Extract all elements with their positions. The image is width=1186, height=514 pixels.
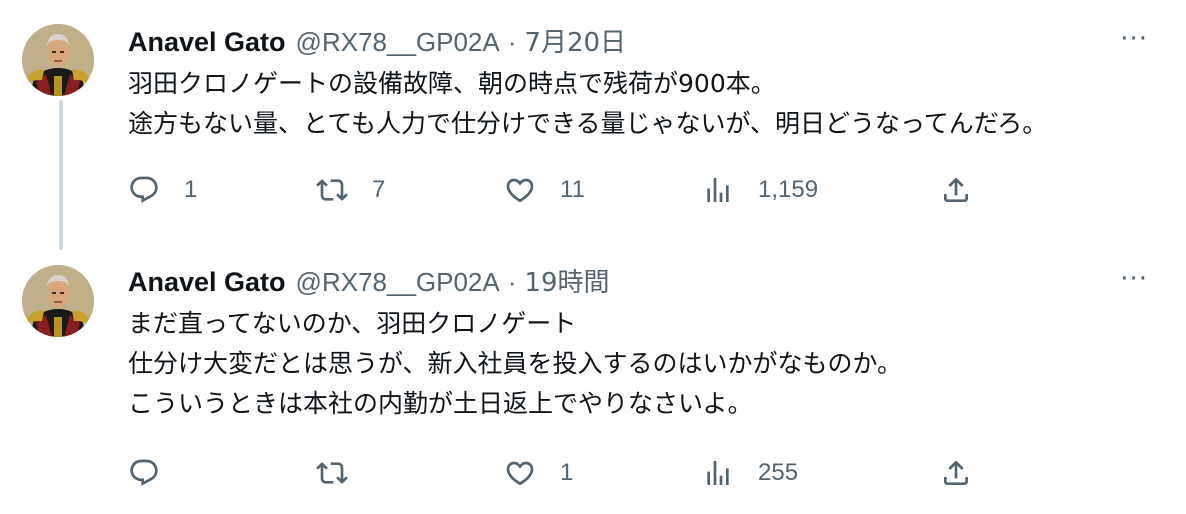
share-icon [944,460,968,485]
author-handle[interactable]: @RX78__GP02A [296,267,500,298]
retweet-count: 7 [372,176,386,203]
share-button[interactable] [940,170,972,210]
tweet-text-line: 仕分け大変だとは思うが、新入社員を投入するのはいかがなものか。 [128,349,903,378]
tweet-text-line: こういうときは本社の内勤が土日返上でやりなさいよ。 [128,389,753,418]
retweet-button[interactable]: 7 [316,170,385,210]
heart-icon [506,461,534,486]
like-count: 1 [560,459,574,486]
author-handle[interactable]: @RX78__GP02A [296,27,500,58]
tweet-text-line: 羽田クロノゲートの設備故障、朝の時点で残荷が900本。 [128,69,776,98]
tweet-header: Anavel Gato @RX78__GP02A · 19時間 [128,262,610,299]
author-name[interactable]: Anavel Gato [128,267,286,298]
share-button[interactable] [940,453,972,493]
share-icon [944,177,968,202]
author-name[interactable]: Anavel Gato [128,27,286,58]
tweet-text: 羽田クロノゲートの設備故障、朝の時点で残荷が900本。 途方もない量、とても人力… [128,64,1047,144]
action-bar: 1 255 [128,453,988,493]
tweet[interactable]: Anavel Gato @RX78__GP02A · 19時間 ··· まだ直っ… [0,250,1186,514]
avatar[interactable] [22,265,94,337]
tweet[interactable]: Anavel Gato @RX78__GP02A · 7月20日 ··· 羽田ク… [0,0,1186,250]
avatar-image [22,24,94,96]
avatar[interactable] [22,24,94,96]
tweet-text: まだ直ってないのか、羽田クロノゲート 仕分け大変だとは思うが、新入社員を投入する… [128,304,902,424]
views-icon [707,461,729,485]
timestamp[interactable]: 7月20日 [524,22,626,59]
views-icon [707,178,729,202]
heart-icon [506,178,534,203]
view-count: 255 [758,459,799,486]
timestamp[interactable]: 19時間 [524,262,609,299]
tweet-text-line: まだ直ってないのか、羽田クロノゲート [128,309,577,338]
reply-button[interactable]: 1 [128,170,197,210]
like-button[interactable]: 1 [504,453,573,493]
reply-count: 1 [184,176,198,203]
views-button[interactable]: 255 [702,453,798,493]
like-button[interactable]: 11 [504,170,585,210]
like-count: 11 [560,176,585,203]
thread-line [59,100,63,250]
retweet-icon [316,462,348,484]
reply-icon [130,459,158,486]
tweet-header: Anavel Gato @RX78__GP02A · 7月20日 [128,22,626,59]
avatar-image [22,265,94,337]
tweet-text-line: 途方もない量、とても人力で仕分けできる量じゃないが、明日どうなってんだろ。 [128,109,1048,138]
retweet-icon [316,179,348,201]
separator: · [507,27,517,57]
reply-icon [130,176,158,203]
reply-button[interactable] [128,453,184,493]
separator: · [507,267,517,297]
retweet-button[interactable] [316,453,372,493]
views-button[interactable]: 1,159 [702,170,818,210]
more-icon[interactable]: ··· [1120,266,1148,292]
more-icon[interactable]: ··· [1120,26,1148,52]
view-count: 1,159 [758,176,819,203]
action-bar: 1 7 11 1,159 [128,170,988,210]
